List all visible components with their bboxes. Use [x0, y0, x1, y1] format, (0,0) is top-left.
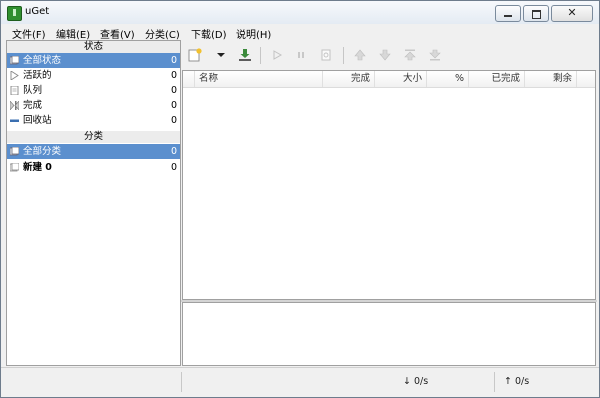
status-item-label: 回收站 [23, 115, 52, 126]
pause-icon[interactable] [294, 48, 308, 62]
statusbar-separator [181, 372, 182, 392]
column-size[interactable]: 大小 [375, 71, 427, 87]
minimize-button[interactable] [495, 5, 521, 22]
category-item-new[interactable]: 新建 0 0 [7, 160, 180, 175]
active-icon [10, 71, 19, 80]
status-bar: ↓ 0/s ↑ 0/s [1, 367, 599, 397]
category-icon [10, 163, 19, 172]
uget-logo-icon [7, 6, 22, 21]
column-percent[interactable]: % [427, 71, 469, 87]
move-up-icon[interactable] [353, 48, 367, 62]
window-title: uGet [25, 6, 50, 17]
status-item-count: 0 [170, 115, 177, 126]
all-status-icon [10, 56, 19, 65]
column-complete[interactable]: 完成 [323, 71, 375, 87]
maximize-button[interactable] [523, 5, 549, 22]
move-down-icon[interactable] [378, 48, 392, 62]
column-downloaded[interactable]: 已完成 [469, 71, 525, 87]
status-item-recycle[interactable]: 回收站 0 [7, 113, 180, 128]
category-item-count: 0 [170, 162, 177, 173]
download-list[interactable]: 名称 完成 大小 % 已完成 剩余 [182, 70, 596, 300]
status-item-label: 全部状态 [23, 55, 62, 66]
window-controls: ✕ [495, 5, 593, 22]
status-item-count: 0 [170, 55, 177, 66]
statusbar-separator [494, 372, 495, 392]
menu-help[interactable]: 说明(H) [236, 26, 271, 41]
move-top-icon[interactable] [403, 48, 417, 62]
category-item-label: 新建 0 [23, 162, 52, 173]
toolbar-separator [260, 47, 261, 64]
menu-bar: 文件(F) 编辑(E) 查看(V) 分类(C) 下载(D) 说明(H) [1, 24, 599, 41]
status-item-queue[interactable]: 队列 0 [7, 83, 180, 98]
menu-file[interactable]: 文件(F) [12, 26, 46, 41]
sidebar: 状态 全部状态 0 活跃的 0 队列 0 完成 0 回收站 0 分类 全部分类 … [6, 40, 181, 366]
category-item-all[interactable]: 全部分类 0 [7, 144, 180, 159]
category-item-count: 0 [170, 146, 177, 157]
status-section-header: 状态 [7, 41, 180, 53]
start-icon[interactable] [270, 48, 284, 62]
move-bottom-icon[interactable] [428, 48, 442, 62]
status-item-count: 0 [170, 100, 177, 111]
category-item-label: 全部分类 [23, 146, 62, 157]
status-item-label: 队列 [23, 85, 43, 96]
status-item-label: 活跃的 [23, 70, 52, 81]
column-spacer [183, 71, 195, 87]
menu-download[interactable]: 下载(D) [191, 26, 227, 41]
status-item-active[interactable]: 活跃的 0 [7, 68, 180, 83]
close-button[interactable]: ✕ [551, 5, 593, 22]
title-bar[interactable]: uGet ✕ [1, 1, 599, 24]
column-header-row: 名称 完成 大小 % 已完成 剩余 [183, 71, 595, 88]
app-window: uGet ✕ 文件(F) 编辑(E) 查看(V) 分类(C) 下载(D) 说明(… [0, 0, 600, 398]
toolbar [182, 43, 599, 69]
recycle-icon [10, 119, 19, 122]
status-item-label: 完成 [23, 100, 43, 111]
upload-speed: ↑ 0/s [504, 376, 530, 387]
close-icon: ✕ [567, 6, 577, 19]
queue-icon [10, 86, 19, 95]
all-category-icon [10, 147, 19, 156]
status-item-count: 0 [170, 85, 177, 96]
status-item-all[interactable]: 全部状态 0 [7, 53, 180, 68]
download-speed: ↓ 0/s [403, 376, 429, 387]
column-remaining[interactable]: 剩余 [525, 71, 577, 87]
column-name[interactable]: 名称 [195, 71, 323, 87]
category-section-header: 分类 [7, 131, 180, 143]
properties-icon[interactable] [319, 48, 333, 62]
dropdown-icon[interactable] [214, 48, 228, 62]
status-item-finished[interactable]: 完成 0 [7, 98, 180, 113]
new-download-icon[interactable] [188, 48, 202, 62]
finished-icon [10, 101, 19, 110]
menu-category[interactable]: 分类(C) [145, 26, 180, 41]
minimize-icon [504, 15, 512, 17]
maximize-icon [532, 10, 541, 19]
toolbar-separator [343, 47, 344, 64]
menu-edit[interactable]: 编辑(E) [56, 26, 90, 41]
status-item-count: 0 [170, 70, 177, 81]
menu-view[interactable]: 查看(V) [100, 26, 135, 41]
batch-download-icon[interactable] [238, 48, 252, 62]
details-panel [182, 302, 596, 366]
